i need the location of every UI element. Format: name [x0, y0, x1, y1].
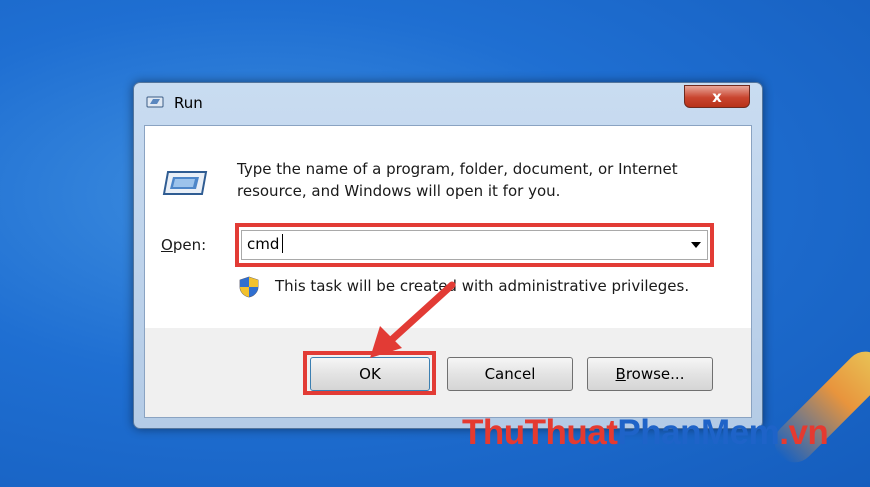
run-dialog: Run x Type the name of a program, folder… — [133, 82, 763, 429]
admin-privileges-note: This task will be created with administr… — [275, 277, 690, 295]
text-caret — [282, 234, 283, 253]
dialog-body: Type the name of a program, folder, docu… — [144, 125, 752, 418]
open-combobox[interactable]: cmd — [241, 230, 708, 260]
ok-button[interactable]: OK — [310, 357, 430, 391]
watermark-logo: ThuThuatPhanMem.vn — [462, 413, 829, 452]
dialog-description: Type the name of a program, folder, docu… — [237, 160, 678, 200]
browse-button[interactable]: Browse... — [587, 357, 713, 391]
window-title: Run — [174, 94, 203, 112]
chevron-down-icon[interactable] — [691, 242, 701, 248]
run-icon — [162, 171, 208, 195]
uac-shield-icon — [239, 276, 259, 298]
close-button[interactable]: x — [684, 85, 750, 108]
open-input-value[interactable]: cmd — [247, 235, 279, 253]
cancel-button[interactable]: Cancel — [447, 357, 573, 391]
run-icon — [146, 96, 164, 108]
open-label: Open: — [161, 236, 207, 254]
dialog-upper-panel: Type the name of a program, folder, docu… — [145, 126, 751, 328]
